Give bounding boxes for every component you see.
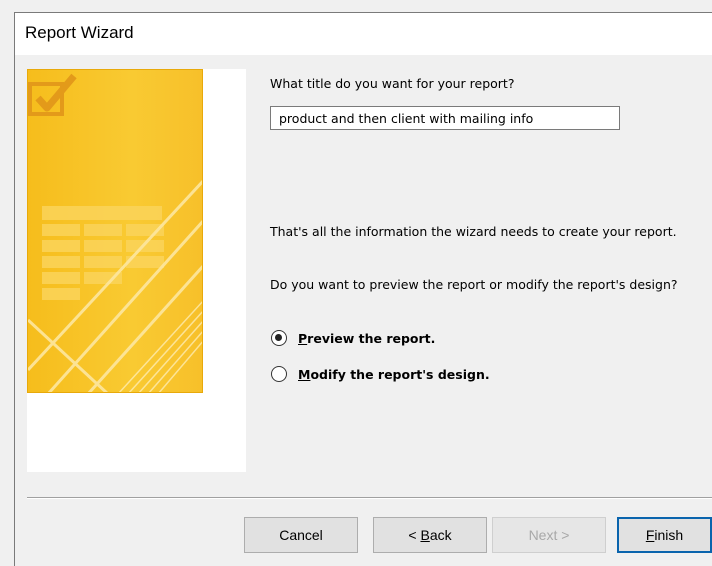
window-title: Report Wizard	[25, 23, 134, 42]
modify-design-option[interactable]: Modify the report's design.	[271, 366, 490, 382]
checkbox-check-icon	[28, 73, 77, 116]
preview-report-label: Preview the report.	[298, 330, 436, 346]
title-prompt-label: What title do you want for your report?	[270, 76, 515, 91]
title-bar: Report Wizard	[15, 13, 712, 55]
wizard-side-panel	[27, 69, 246, 472]
cancel-button[interactable]: Cancel	[244, 517, 358, 553]
back-button[interactable]: < Back	[373, 517, 487, 553]
preview-report-option[interactable]: Preview the report.	[271, 330, 435, 346]
question-text: Do you want to preview the report or mod…	[270, 277, 678, 292]
button-separator	[27, 497, 712, 499]
info-text: That's all the information the wizard ne…	[270, 224, 677, 239]
wizard-illustration	[27, 69, 203, 393]
next-button[interactable]: Next >	[492, 517, 606, 553]
modify-design-radio[interactable]	[271, 366, 287, 382]
modify-design-label: Modify the report's design.	[298, 366, 490, 382]
table-graphic-icon	[28, 179, 202, 392]
finish-button[interactable]: Finish	[617, 517, 712, 553]
report-title-input[interactable]	[270, 106, 620, 130]
preview-report-radio[interactable]	[271, 330, 287, 346]
